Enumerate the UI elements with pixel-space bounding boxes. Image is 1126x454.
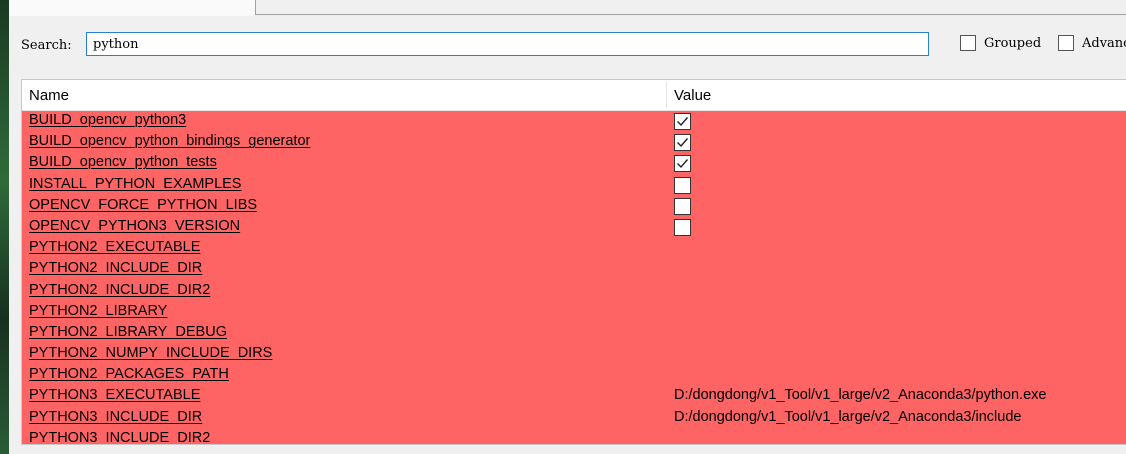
checkmark-icon <box>677 138 689 148</box>
top-panel <box>9 0 1126 16</box>
row-name: PYTHON3_INCLUDE_DIR <box>29 408 203 425</box>
row-name: PYTHON2_LIBRARY <box>29 302 168 319</box>
grouped-checkbox-label: Grouped <box>984 35 1042 51</box>
row-name: OPENCV_FORCE_PYTHON_LIBS <box>29 196 258 213</box>
row-name: BUILD_opencv_python_bindings_generator <box>29 133 311 150</box>
search-label: Search: <box>21 38 72 53</box>
row-value-checkbox[interactable] <box>674 197 691 215</box>
row-value[interactable]: D:/dongdong/v1_Tool/v1_large/v2_Anaconda… <box>674 387 1046 403</box>
row-name: BUILD_opencv_python3 <box>29 112 187 128</box>
table-row[interactable]: PYTHON2_INCLUDE_DIR <box>22 259 1126 280</box>
column-separator[interactable] <box>666 82 667 108</box>
table-row[interactable]: PYTHON2_PACKAGES_PATH <box>22 365 1126 386</box>
table-row[interactable]: BUILD_opencv_python_tests <box>22 153 1126 174</box>
row-name: PYTHON2_INCLUDE_DIR <box>29 260 203 277</box>
row-value-checkbox[interactable] <box>674 176 691 194</box>
grouped-checkbox-box[interactable] <box>960 35 976 51</box>
table-header: Name Value <box>22 80 1126 111</box>
row-name: PYTHON3_EXECUTABLE <box>29 387 201 404</box>
table-row[interactable]: INSTALL_PYTHON_EXAMPLES <box>22 175 1126 196</box>
row-name: PYTHON2_INCLUDE_DIR2 <box>29 281 211 298</box>
row-name: INSTALL_PYTHON_EXAMPLES <box>29 175 242 192</box>
grouped-checkbox[interactable]: Grouped <box>960 35 1041 51</box>
row-name: OPENCV_PYTHON3_VERSION <box>29 217 241 234</box>
column-header-name[interactable]: Name <box>29 87 69 104</box>
table-row[interactable]: BUILD_opencv_python_bindings_generator <box>22 132 1126 153</box>
row-value-checkbox[interactable] <box>674 113 691 130</box>
search-row: Search: Grouped Advanc <box>9 30 1126 60</box>
background-window-edge <box>0 0 9 454</box>
cache-table: Name Value BUILD_opencv_python3 BUILD_ope… <box>21 79 1126 445</box>
checkmark-icon <box>677 117 689 127</box>
table-row[interactable]: PYTHON2_LIBRARY_DEBUG <box>22 323 1126 344</box>
advanced-checkbox-box[interactable] <box>1058 35 1074 51</box>
row-name: PYTHON2_LIBRARY_DEBUG <box>29 323 227 340</box>
table-body: BUILD_opencv_python3 BUILD_opencv_python_… <box>22 111 1126 445</box>
column-header-value[interactable]: Value <box>674 87 711 104</box>
row-value[interactable]: D:/dongdong/v1_Tool/v1_large/v2_Anaconda… <box>674 409 1021 425</box>
table-row[interactable]: PYTHON2_INCLUDE_DIR2 <box>22 281 1126 302</box>
advanced-checkbox-label: Advanc <box>1082 35 1126 51</box>
tab-divider <box>255 0 256 15</box>
row-name: PYTHON2_EXECUTABLE <box>29 239 201 256</box>
tab-underline <box>255 14 1126 15</box>
table-row[interactable]: OPENCV_FORCE_PYTHON_LIBS <box>22 196 1126 217</box>
advanced-checkbox[interactable]: Advanc <box>1058 35 1126 51</box>
row-value-checkbox[interactable] <box>674 218 691 236</box>
row-value-checkbox[interactable] <box>674 134 691 152</box>
row-name: PYTHON3_INCLUDE_DIR2 <box>29 429 211 445</box>
table-row[interactable]: BUILD_opencv_python3 <box>22 111 1126 132</box>
row-value-checkbox[interactable] <box>674 155 691 173</box>
table-row[interactable]: OPENCV_PYTHON3_VERSION <box>22 217 1126 238</box>
table-row[interactable]: PYTHON3_INCLUDE_DIR2 <box>22 429 1126 445</box>
table-row[interactable]: PYTHON2_LIBRARY <box>22 302 1126 323</box>
checkmark-icon <box>677 159 689 169</box>
table-row[interactable]: PYTHON3_EXECUTABLE D:/dongdong/v1_Tool/v1… <box>22 386 1126 407</box>
table-row[interactable]: PYTHON2_EXECUTABLE <box>22 238 1126 259</box>
search-input[interactable] <box>86 32 929 56</box>
row-name: BUILD_opencv_python_tests <box>29 154 217 171</box>
table-row[interactable]: PYTHON2_NUMPY_INCLUDE_DIRS <box>22 344 1126 365</box>
row-name: PYTHON2_NUMPY_INCLUDE_DIRS <box>29 345 273 362</box>
row-name: PYTHON2_PACKAGES_PATH <box>29 366 229 383</box>
tab-area <box>9 0 255 16</box>
table-row[interactable]: PYTHON3_INCLUDE_DIR D:/dongdong/v1_Tool/v… <box>22 408 1126 429</box>
